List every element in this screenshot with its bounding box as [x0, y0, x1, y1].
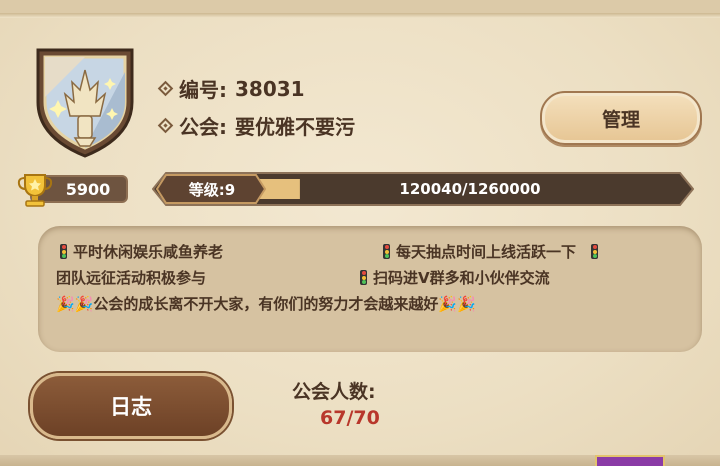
guild-id-row: 编号: 38031 — [157, 74, 305, 103]
top-band — [0, 0, 720, 18]
guild-emblem-icon — [36, 48, 134, 158]
party-popper-icon: 🎉🎉 — [56, 295, 94, 313]
corner-tab[interactable] — [595, 455, 665, 466]
member-count-value: 67/70 — [320, 407, 380, 429]
diamond-bullet-icon — [157, 117, 174, 134]
trophy-icon — [17, 174, 53, 207]
member-count-label: 公会人数: — [292, 381, 376, 403]
manage-button[interactable]: 管理 — [540, 91, 702, 145]
level-progress-text: 120040/1260000 — [399, 180, 541, 198]
notice-line-2-right: 扫码进V群多和小伙伴交流 — [360, 267, 550, 288]
notice-line-1-left: 平时休闲娱乐咸鱼养老 — [60, 241, 223, 262]
guild-level-label: 等级:9 — [188, 180, 236, 199]
log-button[interactable]: 日志 — [30, 373, 232, 439]
diamond-bullet-icon — [157, 80, 174, 97]
traffic-light-icon — [591, 244, 599, 259]
notice-line-1-right: 每天抽点时间上线活跃一下 — [383, 241, 604, 262]
guild-name-value: 要优雅不要污 — [235, 115, 355, 139]
party-popper-icon: 🎉🎉 — [438, 295, 476, 313]
guild-name-label: 公会: — [179, 115, 227, 139]
notice-line-3: 🎉🎉公会的成长离不开大家，有你们的努力才会越来越好🎉🎉 — [56, 295, 476, 313]
notice-line-2-left: 团队远征活动积极参与 — [56, 269, 207, 287]
guild-id-label: 编号: — [179, 78, 227, 102]
traffic-light-icon — [383, 244, 390, 259]
guild-name-row: 公会: 要优雅不要污 — [157, 111, 355, 140]
guild-id-value: 38031 — [235, 76, 305, 101]
traffic-light-icon — [60, 244, 67, 259]
traffic-light-icon — [360, 270, 367, 285]
